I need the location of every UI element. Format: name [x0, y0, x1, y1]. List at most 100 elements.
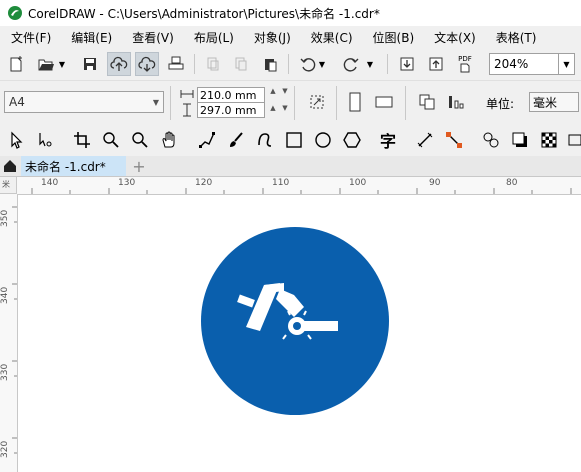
- redo-dropdown[interactable]: ▼: [364, 52, 376, 76]
- hand-icon: [162, 131, 175, 148]
- export-button[interactable]: [424, 52, 448, 76]
- page-width-input[interactable]: 210.0 mm: [197, 87, 265, 103]
- menu-file[interactable]: 文件(F): [0, 29, 61, 46]
- artistic-media-tool[interactable]: [224, 128, 248, 152]
- toolbar-separator: [405, 86, 406, 120]
- new-document-button[interactable]: [4, 52, 28, 76]
- document-tab[interactable]: 未命名 -1.cdr*: [21, 156, 126, 176]
- blend-tool[interactable]: [479, 128, 503, 152]
- copy-button[interactable]: [229, 52, 253, 76]
- polygon-tool[interactable]: [340, 128, 364, 152]
- menu-view[interactable]: 查看(V): [122, 29, 184, 46]
- spin-down-icon: ▼: [282, 87, 288, 95]
- checkerboard-icon: [541, 132, 557, 148]
- menu-effects[interactable]: 效果(C): [301, 29, 363, 46]
- page-height-input[interactable]: 297.0 mm: [197, 102, 265, 118]
- resize-page-icon: [310, 95, 324, 109]
- portrait-button[interactable]: [343, 90, 367, 114]
- chevron-down-icon: ▼: [152, 97, 159, 107]
- zoom-icon: [103, 132, 119, 148]
- print-icon: [168, 56, 184, 70]
- pick-tool[interactable]: [4, 128, 28, 152]
- ruler-label: 100: [349, 178, 367, 188]
- open-button[interactable]: [34, 52, 58, 76]
- menu-text[interactable]: 文本(X): [424, 29, 486, 46]
- crop-icon: [74, 132, 90, 148]
- new-tab-button[interactable]: +: [130, 156, 148, 176]
- height-spin-down[interactable]: ▼: [279, 104, 291, 112]
- zoom-dropdown[interactable]: ▼: [559, 53, 575, 75]
- cloud-upload-button[interactable]: [107, 52, 131, 76]
- drawing-canvas[interactable]: [18, 195, 581, 472]
- vertical-ruler[interactable]: 350 340 330 320: [0, 177, 18, 472]
- ruler-origin-corner[interactable]: 米: [0, 177, 17, 194]
- chevron-down-icon: ▼: [318, 59, 326, 69]
- cut-button[interactable]: [201, 52, 225, 76]
- crop-tool[interactable]: [70, 128, 94, 152]
- cloud-download-button[interactable]: [135, 52, 159, 76]
- text-tool[interactable]: 字: [376, 128, 400, 152]
- zoom-tool[interactable]: [99, 128, 123, 152]
- page-width-icon: [180, 88, 194, 103]
- freehand-tool[interactable]: [195, 128, 219, 152]
- height-spin-up[interactable]: ▲: [267, 104, 279, 112]
- menu-bitmaps[interactable]: 位图(B): [363, 29, 425, 46]
- zoom-level-input[interactable]: 204%: [489, 53, 559, 75]
- toolbar-separator: [336, 86, 337, 120]
- print-button[interactable]: [164, 52, 188, 76]
- blend-icon: [483, 132, 499, 148]
- width-spin-up[interactable]: ▲: [267, 87, 279, 95]
- resize-pages-button[interactable]: [305, 90, 329, 114]
- ruler-label: 90: [429, 178, 441, 188]
- bezier-tool[interactable]: [253, 128, 277, 152]
- toolbar-separator: [288, 54, 289, 74]
- ruler-label: 80: [506, 178, 518, 188]
- open-dropdown[interactable]: ▼: [56, 52, 68, 76]
- cloud-download-icon: [138, 56, 156, 72]
- fill-tool[interactable]: [567, 128, 581, 152]
- ruler-label: 120: [195, 178, 213, 188]
- page-size-select[interactable]: A4 ▼: [4, 91, 164, 113]
- undo-icon: [300, 58, 316, 72]
- redo-button[interactable]: [339, 52, 363, 76]
- page-width-value: 210.0 mm: [200, 88, 257, 102]
- connector-tool[interactable]: [442, 128, 466, 152]
- shape-tool[interactable]: [33, 128, 57, 152]
- landscape-button[interactable]: [372, 90, 396, 114]
- transparency-tool[interactable]: [537, 128, 561, 152]
- pdf-icon: PDF: [458, 55, 472, 73]
- sign-graphic[interactable]: [18, 195, 581, 472]
- menu-object[interactable]: 对象(J): [244, 29, 301, 46]
- all-pages-icon: [419, 94, 435, 110]
- all-pages-button[interactable]: [415, 90, 439, 114]
- ellipse-icon: [315, 132, 331, 148]
- export-icon: [429, 57, 443, 71]
- drop-shadow-tool[interactable]: [508, 128, 532, 152]
- publish-pdf-button[interactable]: PDF: [453, 52, 477, 76]
- new-document-icon: [10, 56, 22, 72]
- ruler-label: 340: [0, 286, 10, 304]
- polygon-icon: [343, 132, 361, 148]
- page-height-icon: [181, 103, 193, 120]
- menu-table[interactable]: 表格(T): [486, 29, 547, 46]
- menu-edit[interactable]: 编辑(E): [61, 29, 122, 46]
- import-icon: [400, 57, 414, 71]
- save-button[interactable]: [78, 52, 102, 76]
- menu-layout[interactable]: 布局(L): [184, 29, 244, 46]
- pan-tool[interactable]: [157, 128, 181, 152]
- current-page-button[interactable]: [444, 90, 468, 114]
- horizontal-ruler[interactable]: 140 130 120 110 100 90 80: [17, 177, 581, 195]
- title-bar: CorelDRAW - C:\Users\Administrator\Pictu…: [0, 0, 581, 26]
- welcome-home-button[interactable]: [2, 158, 18, 174]
- parallel-dimension-tool[interactable]: [413, 128, 437, 152]
- undo-dropdown[interactable]: ▼: [316, 52, 328, 76]
- menu-bar: 文件(F) 编辑(E) 查看(V) 布局(L) 对象(J) 效果(C) 位图(B…: [0, 26, 581, 48]
- ellipse-tool[interactable]: [311, 128, 335, 152]
- rectangle-tool[interactable]: [282, 128, 306, 152]
- paste-button[interactable]: [258, 52, 282, 76]
- pan-zoom-tool[interactable]: [128, 128, 152, 152]
- import-button[interactable]: [395, 52, 419, 76]
- unit-select[interactable]: 毫米: [529, 92, 579, 112]
- width-spin-down[interactable]: ▼: [279, 87, 291, 95]
- curve-icon: [258, 133, 272, 147]
